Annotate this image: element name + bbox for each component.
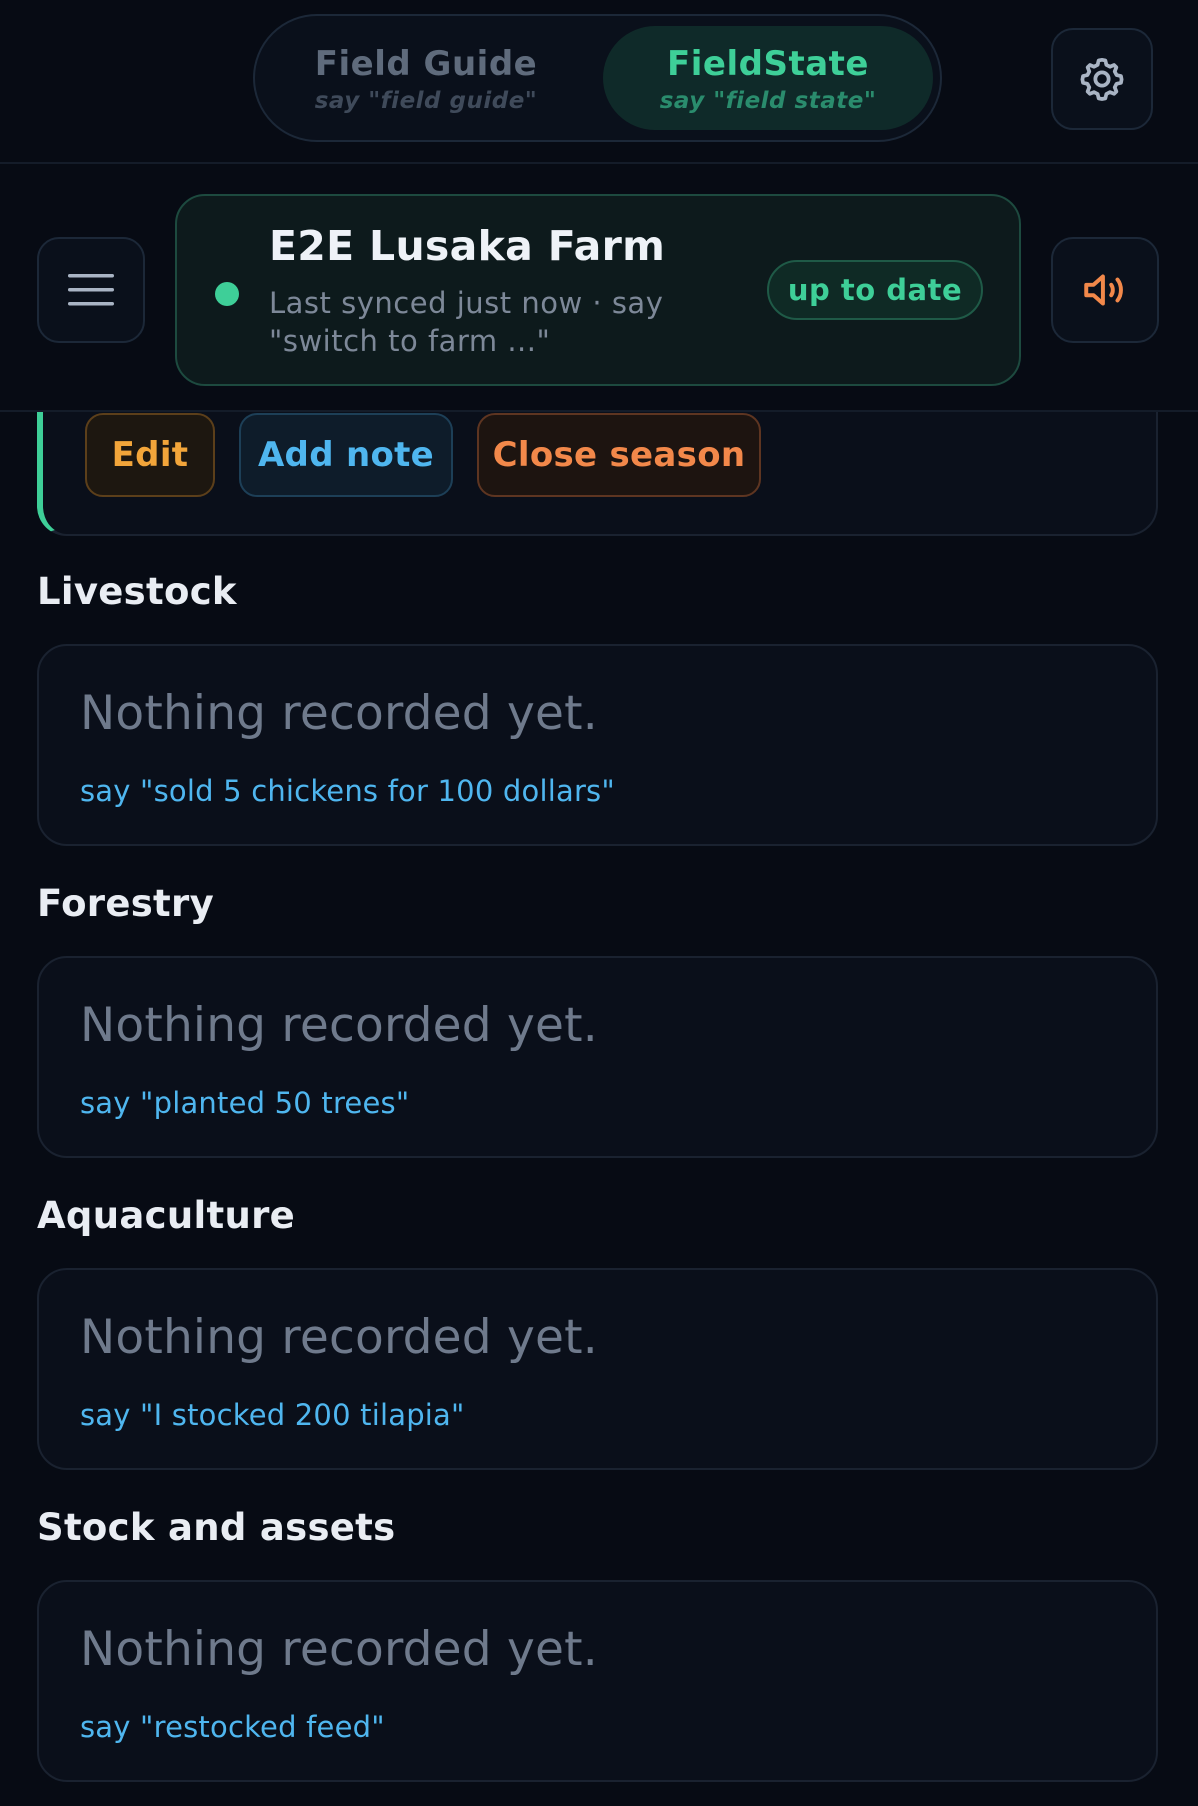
tab-field-guide[interactable]: Field Guide say "field guide" — [265, 26, 587, 130]
close-season-button[interactable]: Close season — [477, 413, 761, 497]
speaker-volume-icon — [1084, 274, 1123, 306]
section-card-aquaculture: Nothing recorded yet. say "I stocked 200… — [37, 1268, 1158, 1470]
mode-switch: Field Guide say "field guide" FieldState… — [253, 14, 942, 142]
tab-field-state-hint: say "field state" — [659, 88, 877, 114]
section-title-livestock: Livestock — [37, 570, 237, 613]
edit-button[interactable]: Edit — [85, 413, 215, 497]
tab-field-state-label: FieldState — [667, 44, 869, 84]
settings-button[interactable] — [1051, 28, 1153, 130]
farm-sync-text: Last synced just now · say "switch to fa… — [269, 286, 664, 358]
empty-state-text: Nothing recorded yet. — [80, 686, 598, 741]
voice-hint: say "restocked feed" — [80, 1710, 385, 1744]
empty-state-text: Nothing recorded yet. — [80, 1622, 598, 1677]
status-dot-icon — [215, 282, 239, 306]
sound-button[interactable] — [1051, 237, 1159, 343]
section-card-stock-and-assets: Nothing recorded yet. say "restocked fee… — [37, 1580, 1158, 1782]
sync-status-badge: up to date — [767, 260, 983, 320]
tab-field-guide-hint: say "field guide" — [314, 88, 538, 114]
section-title-forestry: Forestry — [37, 882, 215, 925]
farm-switcher-card[interactable]: E2E Lusaka Farm Last synced just now · s… — [175, 194, 1021, 386]
tab-field-guide-label: Field Guide — [314, 44, 538, 84]
farm-header: E2E Lusaka Farm Last synced just now · s… — [0, 164, 1198, 412]
menu-button[interactable] — [37, 237, 145, 343]
section-card-forestry: Nothing recorded yet. say "planted 50 tr… — [37, 956, 1158, 1158]
voice-hint: say "I stocked 200 tilapia" — [80, 1398, 465, 1432]
empty-state-text: Nothing recorded yet. — [80, 998, 598, 1053]
top-mode-bar: Field Guide say "field guide" FieldState… — [0, 0, 1198, 164]
add-note-button[interactable]: Add note — [239, 413, 453, 497]
section-title-stock-and-assets: Stock and assets — [37, 1506, 396, 1549]
tab-field-state[interactable]: FieldState say "field state" — [603, 26, 933, 130]
hamburger-menu-icon — [68, 274, 114, 306]
voice-hint: say "sold 5 chickens for 100 dollars" — [80, 774, 615, 808]
gear-icon — [1080, 57, 1124, 101]
section-title-aquaculture: Aquaculture — [37, 1194, 296, 1237]
farm-name: E2E Lusaka Farm — [269, 222, 666, 270]
empty-state-text: Nothing recorded yet. — [80, 1310, 598, 1365]
section-card-livestock: Nothing recorded yet. say "sold 5 chicke… — [37, 644, 1158, 846]
voice-hint: say "planted 50 trees" — [80, 1086, 410, 1120]
